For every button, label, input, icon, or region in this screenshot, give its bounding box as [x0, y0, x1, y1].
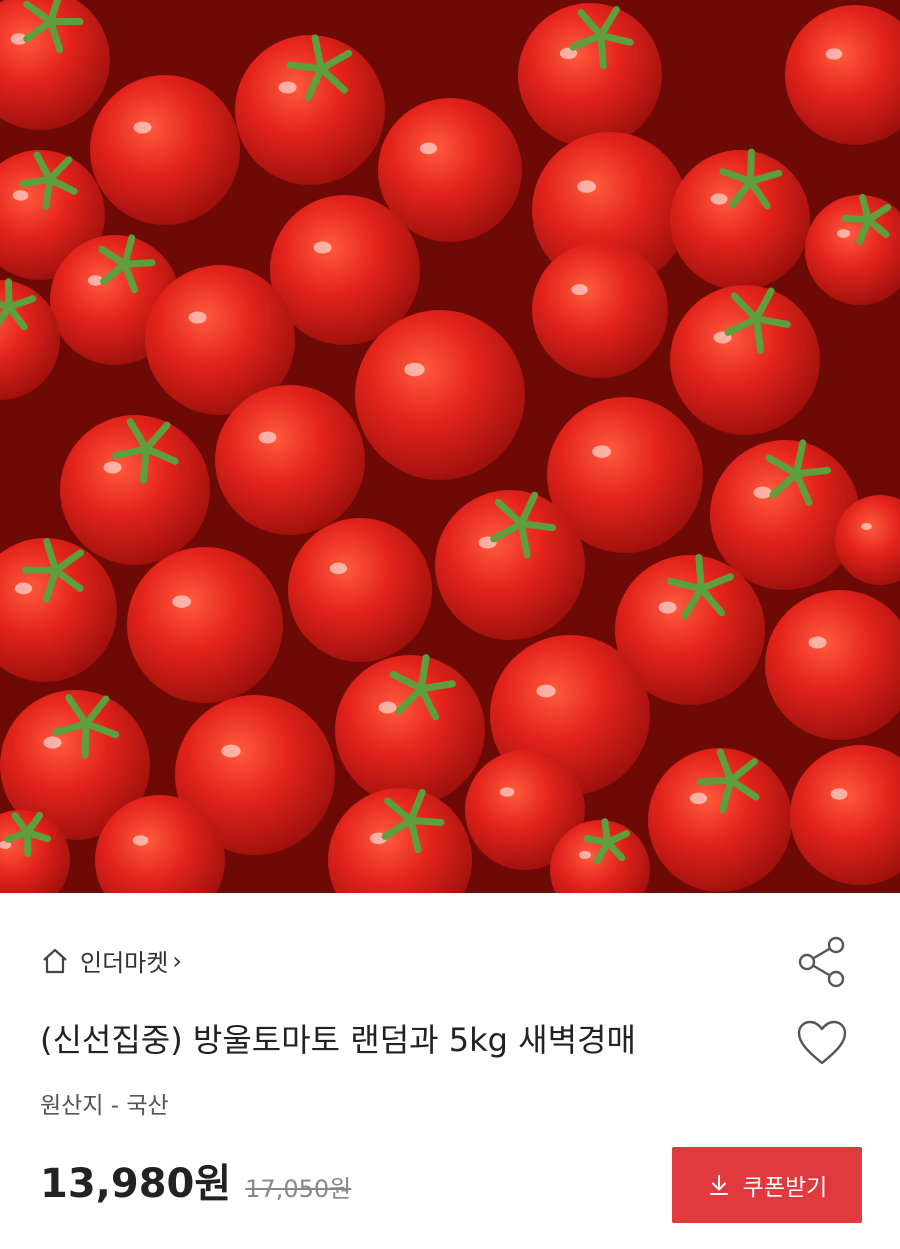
tomato-highlight: [103, 461, 122, 474]
tomato-highlight: [571, 284, 588, 296]
tomato-highlight: [404, 362, 425, 377]
tomato: [235, 35, 385, 185]
tomato: [648, 748, 792, 892]
tomato: [670, 150, 810, 290]
tomato-highlight: [689, 792, 708, 805]
product-info-panel: 인더마켓 › (신선집중) 방울토마토 랜덤과 5kg 새벽경매 원산지 - 국…: [0, 893, 900, 1249]
sale-price: 13,980원: [40, 1161, 232, 1207]
tomato-highlight: [579, 851, 591, 859]
tomato-highlight: [14, 582, 33, 595]
price-row: 13,980원 17,050원: [40, 1151, 351, 1209]
tomato: [60, 415, 210, 565]
tomato: [335, 655, 485, 805]
product-image: [0, 0, 900, 893]
tomato-highlight: [836, 229, 851, 238]
tomato-highlight: [710, 193, 728, 205]
tomato-highlight: [499, 787, 515, 797]
tomato-highlight: [278, 81, 297, 94]
share-icon[interactable]: [796, 935, 850, 989]
coupon-label: 쿠폰받기: [742, 1175, 828, 1201]
tomato: [127, 547, 283, 703]
tomato-highlight: [172, 595, 191, 608]
tomato: [288, 518, 432, 662]
tomato-highlight: [861, 522, 872, 531]
home-icon: [43, 948, 67, 973]
tomato-highlight: [753, 486, 772, 499]
tomato-photo: [0, 0, 900, 893]
product-title: (신선집중) 방울토마토 랜덤과 5kg 새벽경매: [40, 1021, 636, 1059]
store-name: 인더마켓: [80, 949, 169, 977]
tomato-highlight: [592, 445, 611, 458]
tomato-highlight: [132, 835, 149, 846]
tomato-highlight: [419, 142, 438, 155]
heart-icon[interactable]: [796, 1019, 848, 1067]
download-icon: [709, 1175, 728, 1195]
coupon-button[interactable]: 쿠폰받기: [672, 1147, 862, 1223]
tomato-highlight: [536, 684, 556, 698]
tomato-highlight: [830, 788, 848, 800]
tomato-highlight: [313, 241, 332, 254]
tomato-highlight: [825, 48, 843, 60]
tomato-highlight: [133, 121, 152, 134]
tomato-highlight: [258, 431, 277, 444]
chevron-right-icon: ›: [172, 946, 182, 975]
origin-text: 원산지 - 국산: [40, 1093, 169, 1119]
tomato: [90, 75, 240, 225]
tomato-highlight: [43, 736, 62, 749]
store-link[interactable]: 인더마켓 ›: [40, 943, 182, 978]
tomato: [710, 440, 860, 590]
tomato: [532, 242, 668, 378]
tomato-highlight: [329, 562, 348, 575]
tomato-highlight: [12, 190, 29, 201]
tomato: [355, 310, 525, 480]
tomato-highlight: [808, 636, 827, 649]
tomato: [215, 385, 365, 535]
tomato-highlight: [658, 601, 677, 614]
tomato-highlight: [577, 180, 596, 193]
original-price: 17,050원: [245, 1175, 352, 1203]
tomato-highlight: [378, 701, 397, 714]
tomato-highlight: [188, 311, 207, 324]
tomato-highlight: [221, 744, 241, 758]
